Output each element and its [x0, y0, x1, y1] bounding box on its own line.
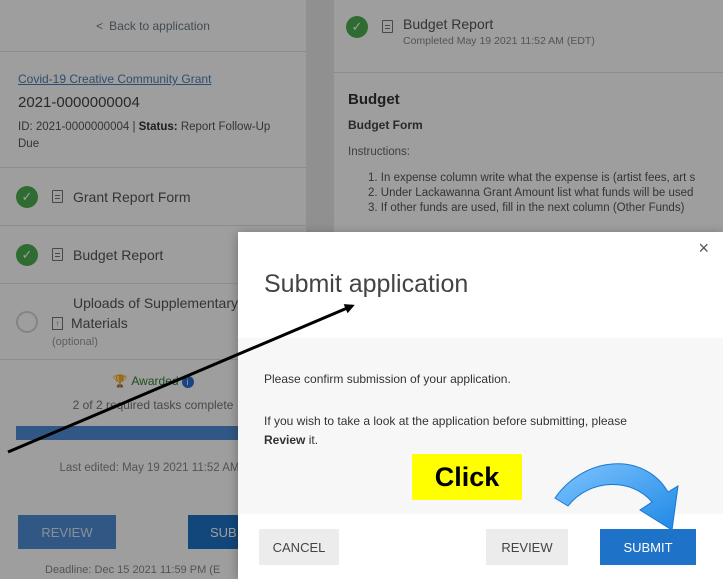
curved-arrow-icon [554, 463, 679, 531]
click-annotation-label: Click [412, 454, 522, 500]
pointer-arrow [7, 304, 355, 454]
annotation-layer [7, 304, 679, 531]
